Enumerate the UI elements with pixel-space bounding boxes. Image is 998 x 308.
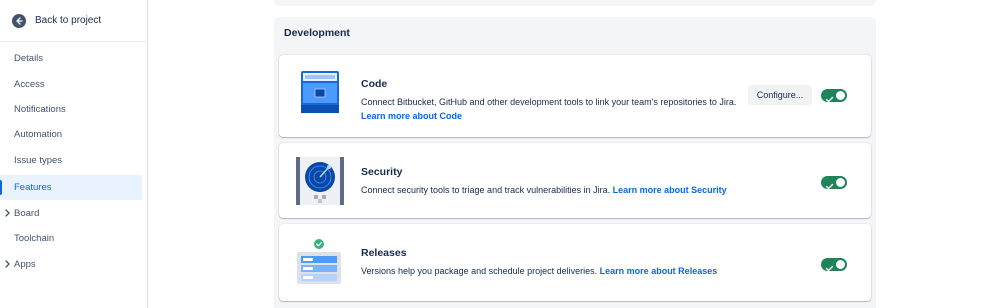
feature-description: Connect security tools to triage and tra… xyxy=(361,183,761,197)
releases-illustration-icon xyxy=(293,238,343,291)
learn-more-security-link[interactable]: Learn more about Security xyxy=(613,185,727,195)
settings-sidebar: Back to project Details Access Notificat… xyxy=(0,0,148,308)
sidebar-item-label: Issue types xyxy=(14,155,63,166)
development-section: Development Code Connect Bitbucket, GitH… xyxy=(274,17,876,308)
toggle-knob xyxy=(836,178,845,187)
chevron-right-icon xyxy=(5,260,10,271)
check-icon xyxy=(825,260,834,278)
sidebar-item-toolchain[interactable]: Toolchain xyxy=(0,226,142,251)
active-indicator xyxy=(0,180,2,195)
section-title: Development xyxy=(284,27,350,39)
configure-button[interactable]: Configure... xyxy=(748,85,812,105)
sidebar-item-details[interactable]: Details xyxy=(0,46,142,71)
sidebar-item-issue-types[interactable]: Issue types xyxy=(0,148,142,173)
feature-description-text: Versions help you package and schedule p… xyxy=(361,266,598,276)
check-icon xyxy=(825,178,834,196)
feature-description: Connect Bitbucket, GitHub and other deve… xyxy=(361,95,741,123)
sidebar-item-label: Notifications xyxy=(14,104,66,115)
releases-toggle[interactable] xyxy=(821,258,847,272)
sidebar-item-apps[interactable]: Apps xyxy=(0,252,142,277)
sidebar-item-access[interactable]: Access xyxy=(0,72,142,97)
sidebar-item-label: Features xyxy=(14,182,52,193)
feature-title: Releases xyxy=(361,247,407,259)
back-to-project-label: Back to project xyxy=(35,15,102,26)
sidebar-item-label: Toolchain xyxy=(14,233,55,244)
back-to-project-button[interactable]: Back to project xyxy=(0,0,147,42)
feature-description: Versions help you package and schedule p… xyxy=(361,264,761,278)
previous-section-panel xyxy=(274,0,876,6)
feature-card-security: Security Connect security tools to triag… xyxy=(279,143,871,218)
chevron-right-icon xyxy=(5,209,10,220)
sidebar-item-label: Details xyxy=(14,53,44,64)
feature-description-text: Connect Bitbucket, GitHub and other deve… xyxy=(361,97,737,107)
sidebar-item-board[interactable]: Board xyxy=(0,201,142,226)
learn-more-releases-link[interactable]: Learn more about Releases xyxy=(600,266,718,276)
sidebar-item-features[interactable]: Features xyxy=(0,175,142,200)
sidebar-item-label: Automation xyxy=(14,129,63,140)
toggle-knob xyxy=(836,260,845,269)
toggle-knob xyxy=(836,91,845,100)
sidebar-item-notifications[interactable]: Notifications xyxy=(0,97,142,122)
check-icon xyxy=(825,91,834,109)
sidebar-item-automation[interactable]: Automation xyxy=(0,122,142,147)
code-toggle[interactable] xyxy=(821,89,847,103)
arrow-left-icon xyxy=(12,13,26,28)
feature-title: Code xyxy=(361,78,388,90)
sidebar-item-label: Access xyxy=(14,79,45,90)
learn-more-code-link[interactable]: Learn more about Code xyxy=(361,111,462,121)
feature-title: Security xyxy=(361,166,403,178)
feature-card-releases: Releases Versions help you package and s… xyxy=(279,224,871,301)
security-toggle[interactable] xyxy=(821,176,847,190)
security-illustration-icon xyxy=(296,157,344,210)
feature-card-code: Code Connect Bitbucket, GitHub and other… xyxy=(279,55,871,137)
sidebar-item-label: Board xyxy=(14,208,40,219)
sidebar-item-label: Apps xyxy=(14,259,36,270)
feature-description-text: Connect security tools to triage and tra… xyxy=(361,185,611,195)
code-illustration-icon xyxy=(295,69,345,120)
